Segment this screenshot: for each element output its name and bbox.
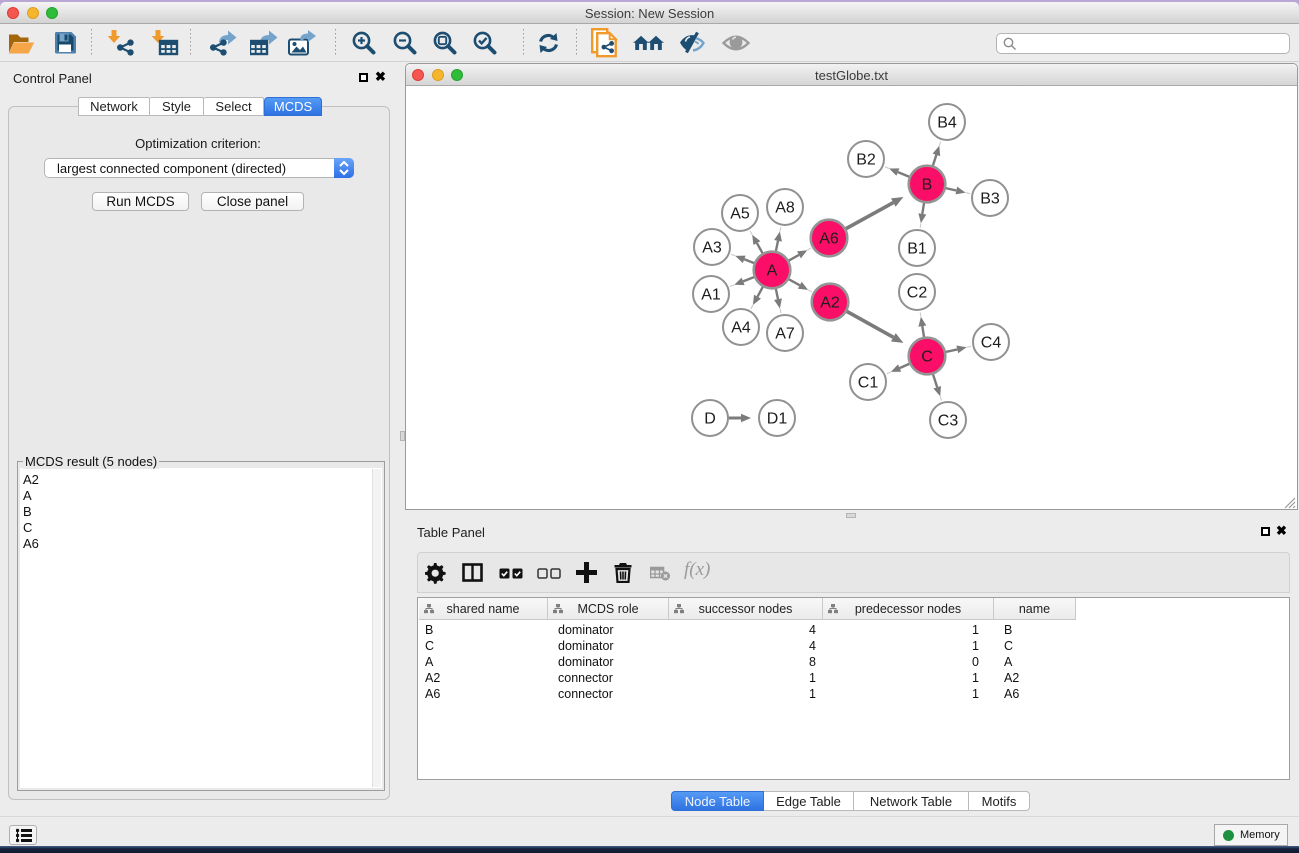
svg-text:A8: A8	[775, 200, 795, 217]
svg-text:A2: A2	[820, 295, 840, 312]
svg-text:A1: A1	[701, 287, 721, 304]
svg-text:C1: C1	[858, 375, 879, 392]
svg-text:A: A	[767, 263, 778, 280]
svg-text:B2: B2	[856, 152, 876, 169]
svg-text:A5: A5	[730, 206, 750, 223]
svg-text:A7: A7	[775, 326, 795, 343]
svg-text:B: B	[922, 177, 933, 194]
svg-text:C4: C4	[981, 335, 1002, 352]
svg-text:C3: C3	[938, 413, 959, 430]
svg-text:D1: D1	[767, 411, 788, 428]
svg-text:C2: C2	[907, 285, 928, 302]
svg-text:A3: A3	[702, 240, 722, 257]
svg-text:B3: B3	[980, 191, 1000, 208]
svg-text:C: C	[921, 349, 933, 366]
svg-text:A6: A6	[819, 231, 839, 248]
svg-text:D: D	[704, 411, 716, 428]
svg-text:B1: B1	[907, 241, 927, 258]
svg-text:A4: A4	[731, 320, 751, 337]
svg-text:B4: B4	[937, 115, 957, 132]
